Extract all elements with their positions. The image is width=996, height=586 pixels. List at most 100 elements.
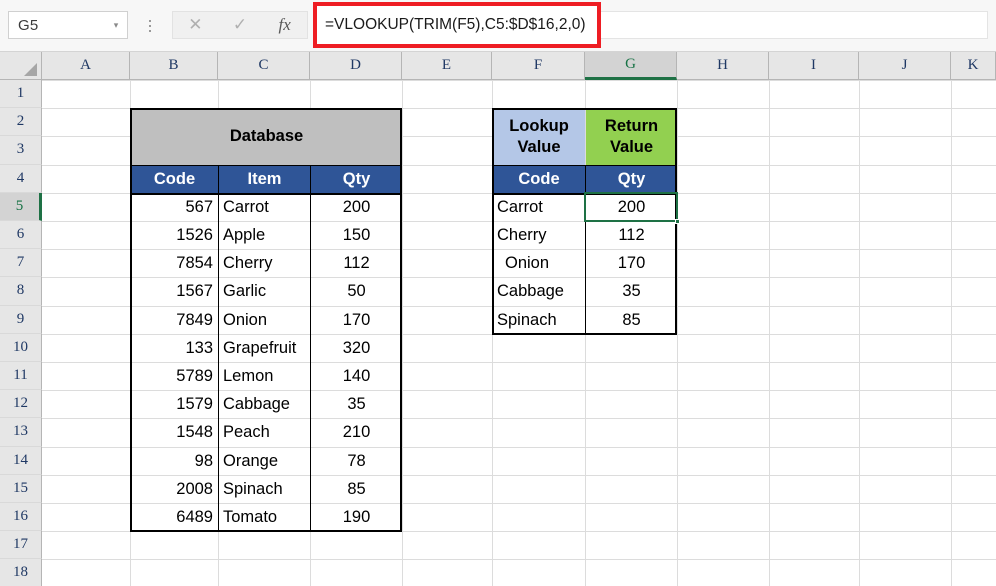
database-border-vertical-1 xyxy=(310,164,311,532)
row-header-17[interactable]: 17 xyxy=(0,531,42,560)
lookup-qty-5[interactable]: 200 xyxy=(586,194,677,221)
database-qty-13[interactable]: 210 xyxy=(311,419,402,446)
row-header-14[interactable]: 14 xyxy=(0,446,42,475)
row-header-6[interactable]: 6 xyxy=(0,221,42,250)
lookup-code-5[interactable]: Carrot xyxy=(493,194,585,221)
formula-input[interactable]: =VLOOKUP(TRIM(F5),C5:$D$16,2,0) xyxy=(317,6,597,44)
database-code-7[interactable]: 7854 xyxy=(131,250,218,277)
row-header-8[interactable]: 8 xyxy=(0,277,42,306)
row-header-7[interactable]: 7 xyxy=(0,249,42,278)
column-header-e[interactable]: E xyxy=(402,52,492,80)
lookup-qty-8[interactable]: 35 xyxy=(586,278,677,305)
database-code-6[interactable]: 1526 xyxy=(131,222,218,249)
database-item-6[interactable]: Apple xyxy=(219,222,310,249)
database-code-11[interactable]: 5789 xyxy=(131,363,218,390)
name-box[interactable]: G5 ▾ xyxy=(8,11,128,39)
enter-icon[interactable]: ✓ xyxy=(218,12,263,38)
row-header-15[interactable]: 15 xyxy=(0,474,42,503)
database-qty-6[interactable]: 150 xyxy=(311,222,402,249)
row-header-5[interactable]: 5 xyxy=(0,192,42,221)
row-header-1[interactable]: 1 xyxy=(0,80,42,109)
formula-bar-remainder[interactable] xyxy=(601,11,988,39)
database-qty-14[interactable]: 78 xyxy=(311,448,402,475)
database-title[interactable]: Database xyxy=(131,109,402,165)
database-code-8[interactable]: 1567 xyxy=(131,278,218,305)
column-header-j[interactable]: J xyxy=(859,52,951,80)
database-code-9[interactable]: 7849 xyxy=(131,307,218,334)
column-header-f[interactable]: F xyxy=(492,52,585,80)
lookup-code-8[interactable]: Cabbage xyxy=(493,278,585,305)
database-item-14[interactable]: Orange xyxy=(219,448,310,475)
database-border-left xyxy=(130,108,132,532)
database-qty-12[interactable]: 35 xyxy=(311,391,402,418)
database-header-code[interactable]: Code xyxy=(131,165,218,193)
row-header-2[interactable]: 2 xyxy=(0,108,42,137)
lookup-qty-9[interactable]: 85 xyxy=(586,307,677,334)
column-header-k[interactable]: K xyxy=(951,52,996,80)
lookup-code-7[interactable]: Onion xyxy=(493,250,585,277)
formula-bar-grip-icon[interactable] xyxy=(146,16,154,36)
database-code-16[interactable]: 6489 xyxy=(131,504,218,531)
database-code-14[interactable]: 98 xyxy=(131,448,218,475)
lookup-code-9[interactable]: Spinach xyxy=(493,307,585,334)
lookup-border-left xyxy=(492,108,494,334)
database-code-13[interactable]: 1548 xyxy=(131,419,218,446)
database-item-16[interactable]: Tomato xyxy=(219,504,310,531)
fill-handle[interactable] xyxy=(675,219,680,224)
database-code-15[interactable]: 2008 xyxy=(131,476,218,503)
database-item-13[interactable]: Peach xyxy=(219,419,310,446)
column-header-i[interactable]: I xyxy=(769,52,859,80)
database-code-12[interactable]: 1579 xyxy=(131,391,218,418)
row-header-10[interactable]: 10 xyxy=(0,333,42,362)
return-value-label[interactable]: Return Value xyxy=(586,109,677,165)
column-header-g[interactable]: G xyxy=(585,52,677,80)
row-header-9[interactable]: 9 xyxy=(0,305,42,334)
lookup-code-6[interactable]: Cherry xyxy=(493,222,585,249)
database-header-qty[interactable]: Qty xyxy=(311,165,402,193)
database-qty-8[interactable]: 50 xyxy=(311,278,402,305)
database-qty-9[interactable]: 170 xyxy=(311,307,402,334)
cancel-icon[interactable]: ✕ xyxy=(173,12,218,38)
database-qty-5[interactable]: 200 xyxy=(311,194,402,221)
select-all-corner[interactable] xyxy=(0,52,42,80)
lookup-qty-7[interactable]: 170 xyxy=(586,250,677,277)
row-header-4[interactable]: 4 xyxy=(0,164,42,193)
column-header-b[interactable]: B xyxy=(130,52,218,80)
database-qty-11[interactable]: 140 xyxy=(311,363,402,390)
database-item-5[interactable]: Carrot xyxy=(219,194,310,221)
database-qty-10[interactable]: 320 xyxy=(311,335,402,362)
row-header-11[interactable]: 11 xyxy=(0,362,42,391)
lookup-qty-6[interactable]: 112 xyxy=(586,222,677,249)
row-header-3[interactable]: 3 xyxy=(0,136,42,165)
row-header-12[interactable]: 12 xyxy=(0,390,42,419)
database-item-9[interactable]: Onion xyxy=(219,307,310,334)
lookup-header-code[interactable]: Code xyxy=(493,165,585,193)
database-border-top xyxy=(130,108,402,111)
column-header-a[interactable]: A xyxy=(42,52,130,80)
row-header-16[interactable]: 16 xyxy=(0,503,42,532)
row-header-18[interactable]: 18 xyxy=(0,559,42,586)
column-header-h[interactable]: H xyxy=(677,52,769,80)
database-qty-16[interactable]: 190 xyxy=(311,504,402,531)
database-item-15[interactable]: Spinach xyxy=(219,476,310,503)
database-code-10[interactable]: 133 xyxy=(131,335,218,362)
lookup-header-qty[interactable]: Qty xyxy=(586,165,677,193)
row-header-13[interactable]: 13 xyxy=(0,418,42,447)
database-code-5[interactable]: 567 xyxy=(131,194,218,221)
gridline-horizontal xyxy=(42,559,996,561)
database-item-12[interactable]: Cabbage xyxy=(219,391,310,418)
insert-function-icon[interactable]: fx xyxy=(262,12,307,38)
database-item-11[interactable]: Lemon xyxy=(219,363,310,390)
database-item-8[interactable]: Garlic xyxy=(219,278,310,305)
database-header-item[interactable]: Item xyxy=(219,165,310,193)
spreadsheet-grid[interactable]: A B C D E F G H I J K 1 2 3 4 5 6 7 8 9 10 11 12 13 14 15 16 17 18 Da… xyxy=(0,52,996,586)
formula-bar-strip: G5 ▾ ✕ ✓ fx =VLOOKUP(TRIM(F5),C5:$D$16,2… xyxy=(0,0,996,52)
database-qty-7[interactable]: 112 xyxy=(311,250,402,277)
database-item-7[interactable]: Cherry xyxy=(219,250,310,277)
lookup-value-label[interactable]: Lookup Value xyxy=(493,109,585,165)
database-item-10[interactable]: Grapefruit xyxy=(219,335,310,362)
database-qty-15[interactable]: 85 xyxy=(311,476,402,503)
chevron-down-icon[interactable]: ▾ xyxy=(105,12,127,38)
column-header-c[interactable]: C xyxy=(218,52,310,80)
column-header-d[interactable]: D xyxy=(310,52,402,80)
